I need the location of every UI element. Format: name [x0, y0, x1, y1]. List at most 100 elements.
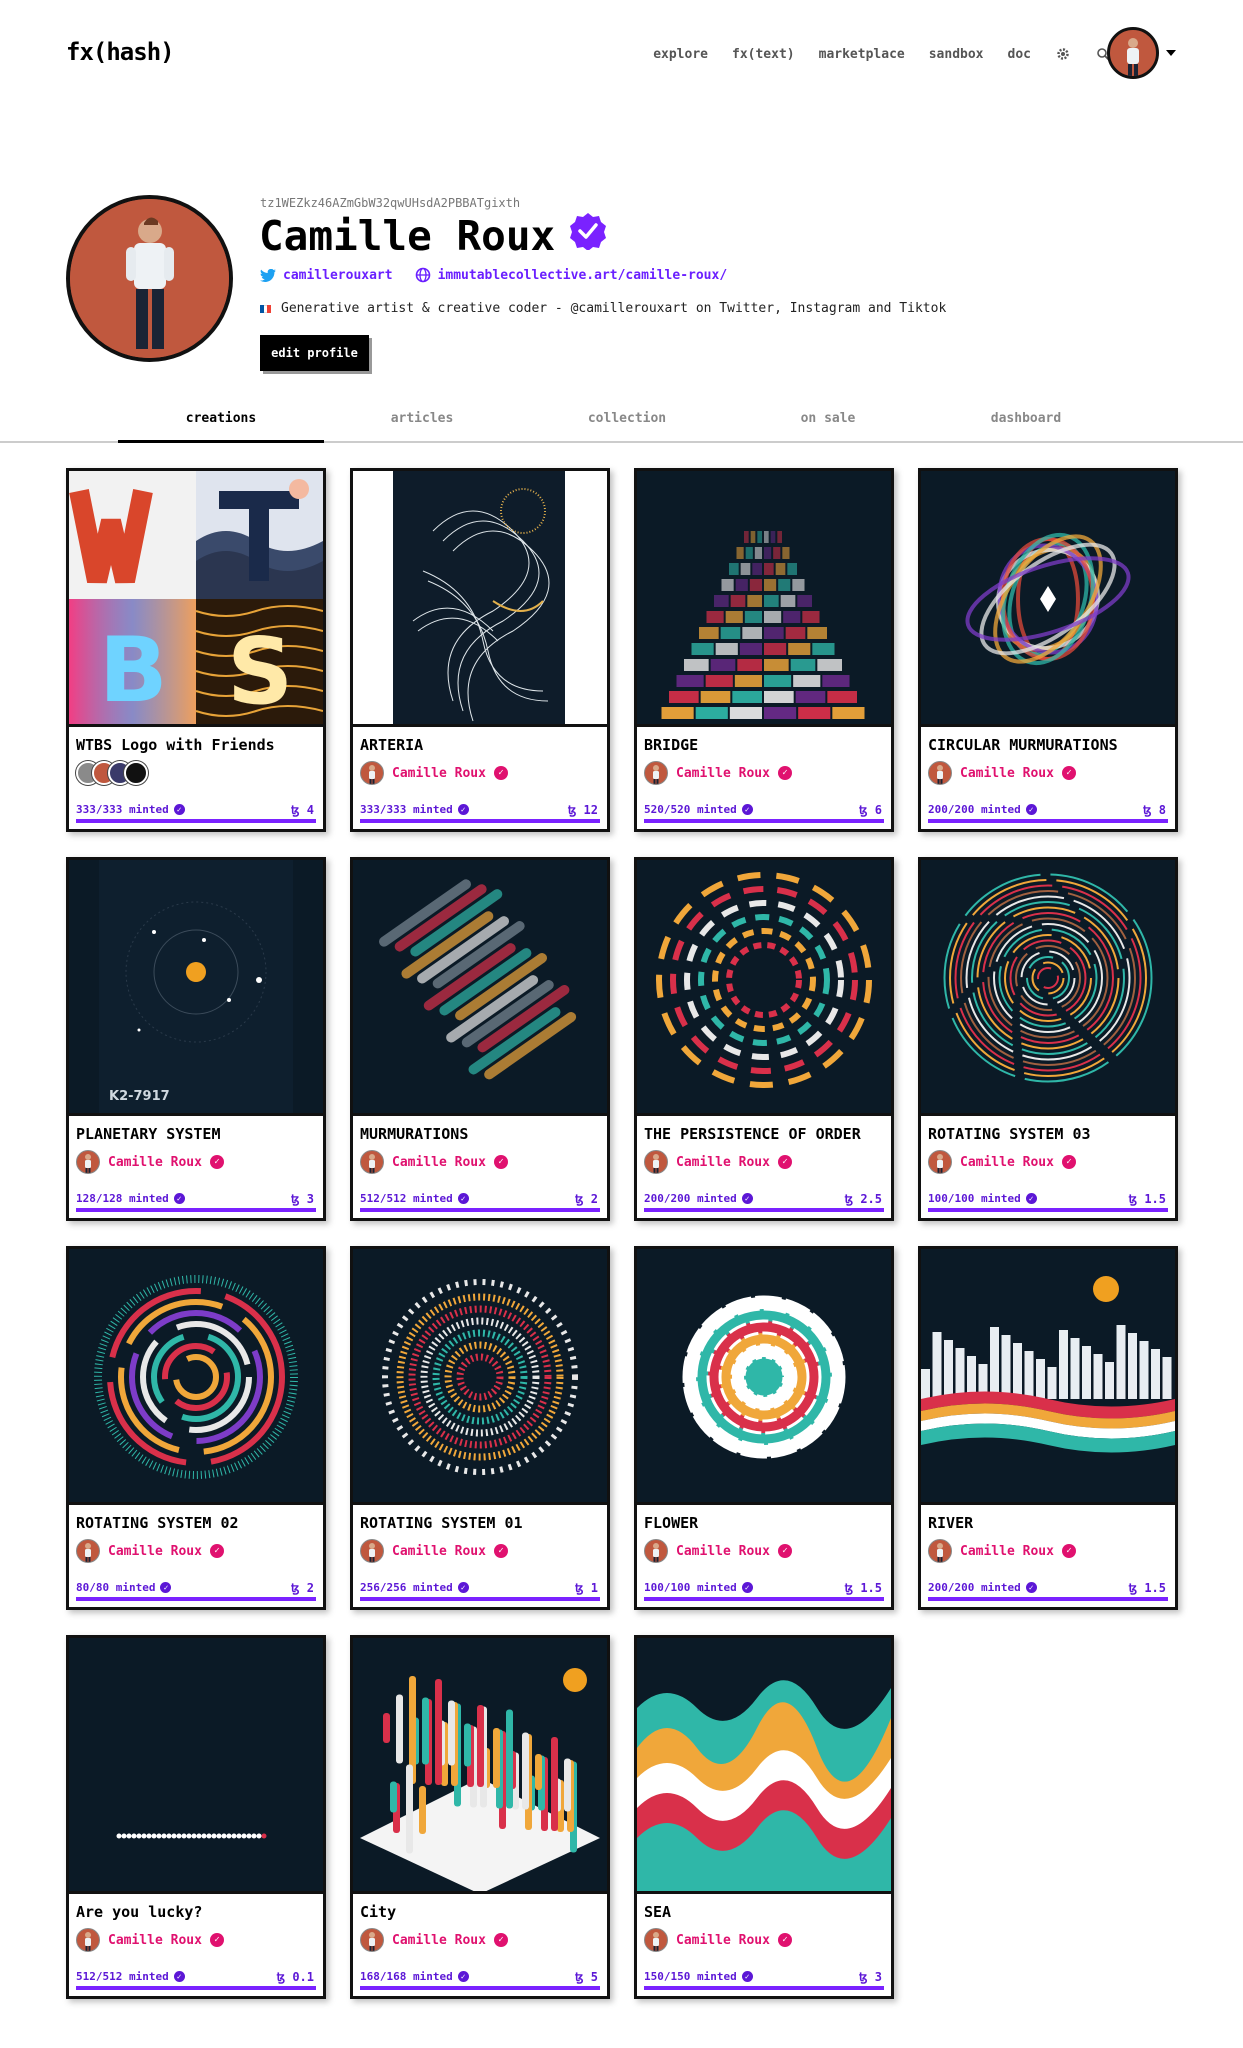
fxhash-logo[interactable]: fx(hash) [66, 38, 175, 66]
tab-creations[interactable]: creations [118, 411, 324, 443]
creation-card[interactable]: RIVER Camille Roux ✓ 200/200 minted ✓ ꜩ 1.… [918, 1246, 1178, 1610]
author-link[interactable]: Camille Roux ✓ [360, 761, 508, 785]
artwork-thumbnail[interactable]: BS [69, 471, 323, 727]
minted-text: 256/256 minted [360, 1581, 453, 1594]
minted-text: 512/512 minted [76, 1970, 169, 1983]
creation-title[interactable]: MURMURATIONS [360, 1125, 468, 1143]
artwork-thumbnail[interactable] [69, 1638, 323, 1894]
creation-title[interactable]: RIVER [928, 1514, 973, 1532]
creation-title[interactable]: ROTATING SYSTEM 03 [928, 1125, 1091, 1143]
collaborators [76, 761, 148, 785]
author-link[interactable]: Camille Roux ✓ [928, 1539, 1076, 1563]
creation-title[interactable]: ROTATING SYSTEM 01 [360, 1514, 523, 1532]
creation-card[interactable]: SEA Camille Roux ✓ 150/150 minted ✓ ꜩ 3 [634, 1635, 894, 1999]
creation-card[interactable]: FLOWER Camille Roux ✓ 100/100 minted ✓ ꜩ 1… [634, 1246, 894, 1610]
creation-card[interactable]: Are you lucky? Camille Roux ✓ 512/512 min… [66, 1635, 326, 1999]
tab-collection[interactable]: collection [524, 411, 730, 426]
price: ꜩ 1.5 [1128, 1581, 1166, 1595]
author-link[interactable]: Camille Roux ✓ [928, 1150, 1076, 1174]
creation-card[interactable]: City Camille Roux ✓ 168/168 minted ✓ ꜩ 5 [350, 1635, 610, 1999]
creation-title[interactable]: SEA [644, 1903, 671, 1921]
artwork-thumbnail[interactable] [353, 471, 607, 727]
artwork-thumbnail[interactable] [69, 1249, 323, 1505]
creation-title[interactable]: BRIDGE [644, 736, 698, 754]
minted-text: 200/200 minted [928, 1581, 1021, 1594]
gear-icon[interactable] [1055, 46, 1071, 62]
artwork-thumbnail[interactable] [353, 1638, 607, 1894]
author-avatar [360, 1539, 384, 1563]
author-link[interactable]: Camille Roux ✓ [644, 1539, 792, 1563]
creation-title[interactable]: FLOWER [644, 1514, 698, 1532]
creation-card[interactable]: BS WTBS Logo with Friends 333/333 minted… [66, 468, 326, 832]
nav-marketplace[interactable]: marketplace [819, 47, 905, 62]
minted-text: 512/512 minted [360, 1192, 453, 1205]
wallet-address[interactable]: tz1WEZkz46AZmGbW32qwUHsdA2PBBATgixth [260, 196, 520, 210]
author-avatar [928, 1150, 952, 1174]
tab-on-sale[interactable]: on sale [725, 411, 931, 426]
website-link[interactable]: immutablecollective.art/camille-roux/ [415, 267, 728, 283]
creation-card[interactable]: BRIDGE Camille Roux ✓ 520/520 minted ✓ ꜩ 6 [634, 468, 894, 832]
author-link[interactable]: Camille Roux ✓ [360, 1928, 508, 1952]
creation-card[interactable]: K2-7917 PLANETARY SYSTEM Camille Roux ✓ 1… [66, 857, 326, 1221]
user-avatar-menu[interactable] [1107, 27, 1159, 79]
nav-sandbox[interactable]: sandbox [929, 47, 984, 62]
check-icon: ✓ [1025, 1193, 1037, 1204]
collab-avatar [124, 761, 148, 785]
artwork-thumbnail[interactable] [637, 1249, 891, 1505]
creation-title[interactable]: CIRCULAR MURMURATIONS [928, 736, 1118, 754]
artwork-thumbnail[interactable] [637, 1638, 891, 1894]
author-name: Camille Roux [960, 765, 1054, 781]
artwork-thumbnail[interactable] [353, 860, 607, 1116]
artwork-thumbnail[interactable]: K2-7917 [69, 860, 323, 1116]
artwork-thumbnail[interactable] [921, 860, 1175, 1116]
creation-card[interactable]: ROTATING SYSTEM 03 Camille Roux ✓ 100/100… [918, 857, 1178, 1221]
minted-text: 200/200 minted [928, 803, 1021, 816]
creation-title[interactable]: ROTATING SYSTEM 02 [76, 1514, 239, 1532]
creation-title[interactable]: Are you lucky? [76, 1903, 202, 1921]
verified-check-icon: ✓ [1061, 766, 1076, 780]
creation-title[interactable]: City [360, 1903, 396, 1921]
artwork-thumbnail[interactable] [921, 1249, 1175, 1505]
nav-explore[interactable]: explore [653, 47, 708, 62]
artwork-thumbnail[interactable] [637, 471, 891, 727]
creation-title[interactable]: WTBS Logo with Friends [76, 736, 275, 754]
author-name: Camille Roux [108, 1154, 202, 1170]
creation-card[interactable]: ARTERIA Camille Roux ✓ 333/333 minted ✓ ꜩ … [350, 468, 610, 832]
edit-profile-button[interactable]: edit profile [260, 335, 369, 371]
author-link[interactable]: Camille Roux ✓ [76, 1539, 224, 1563]
author-link[interactable]: Camille Roux ✓ [76, 1150, 224, 1174]
artwork-thumbnail[interactable] [353, 1249, 607, 1505]
tab-dashboard[interactable]: dashboard [923, 411, 1129, 426]
creation-title[interactable]: THE PERSISTENCE OF ORDER [644, 1125, 861, 1143]
author-name: Camille Roux [108, 1932, 202, 1948]
mint-progress-bar [76, 1597, 316, 1601]
author-link[interactable]: Camille Roux ✓ [360, 1150, 508, 1174]
creation-card[interactable]: ROTATING SYSTEM 01 Camille Roux ✓ 256/256… [350, 1246, 610, 1610]
author-link[interactable]: Camille Roux ✓ [928, 761, 1076, 785]
author-name: Camille Roux [392, 1154, 486, 1170]
nav-fxtext[interactable]: fx(text) [732, 47, 795, 62]
website-url: immutablecollective.art/camille-roux/ [437, 267, 728, 283]
creation-title[interactable]: PLANETARY SYSTEM [76, 1125, 221, 1143]
verified-badge-icon [569, 212, 607, 260]
nav-doc[interactable]: doc [1008, 47, 1031, 62]
artwork-thumbnail[interactable] [637, 860, 891, 1116]
author-link[interactable]: Camille Roux ✓ [644, 761, 792, 785]
author-link[interactable]: Camille Roux ✓ [360, 1539, 508, 1563]
author-link[interactable]: Camille Roux ✓ [644, 1150, 792, 1174]
author-link[interactable]: Camille Roux ✓ [76, 1928, 224, 1952]
twitter-link[interactable]: camillerouxart [260, 267, 393, 283]
author-name: Camille Roux [676, 1543, 770, 1559]
creation-card[interactable]: CIRCULAR MURMURATIONS Camille Roux ✓ 200/… [918, 468, 1178, 832]
creation-card[interactable]: THE PERSISTENCE OF ORDER Camille Roux ✓ 2… [634, 857, 894, 1221]
creation-card[interactable]: MURMURATIONS Camille Roux ✓ 512/512 minte… [350, 857, 610, 1221]
tab-articles[interactable]: articles [319, 411, 525, 426]
chevron-down-icon[interactable] [1166, 50, 1176, 56]
creation-card[interactable]: ROTATING SYSTEM 02 Camille Roux ✓ 80/80 m… [66, 1246, 326, 1610]
creation-title[interactable]: ARTERIA [360, 736, 423, 754]
minted-count: 256/256 minted ✓ [360, 1581, 469, 1594]
svg-text:B: B [99, 618, 168, 723]
artwork-thumbnail[interactable] [921, 471, 1175, 727]
author-link[interactable]: Camille Roux ✓ [644, 1928, 792, 1952]
verified-check-icon: ✓ [493, 1933, 508, 1947]
